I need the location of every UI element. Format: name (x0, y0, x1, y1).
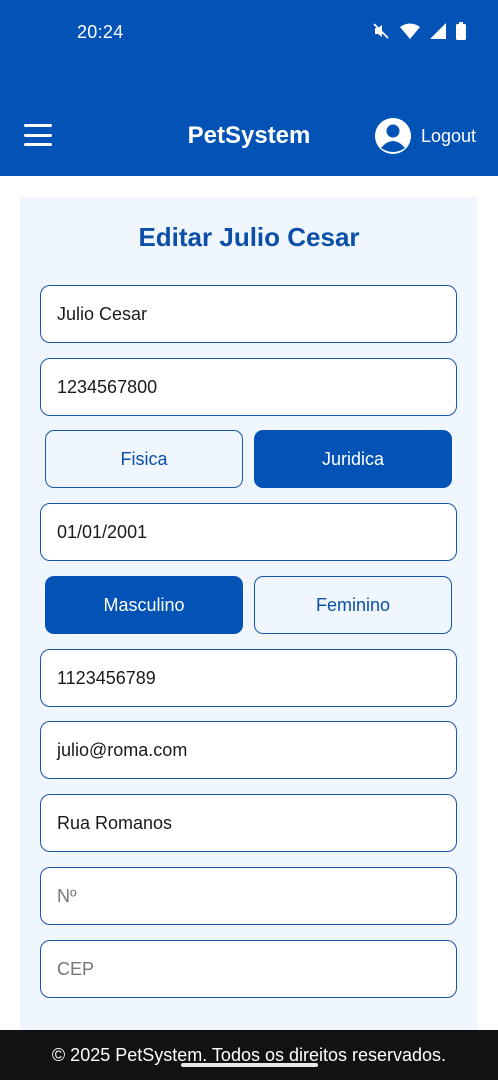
form-title: Editar Julio Cesar (138, 222, 360, 252)
email-field[interactable]: julio@roma.com (40, 721, 457, 779)
gender-feminino-button[interactable]: Feminino (254, 576, 452, 634)
footer: © 2025 PetSystem. Todos os direitos rese… (0, 1030, 498, 1080)
person-type-fisica-button[interactable]: Fisica (45, 430, 243, 488)
battery-icon (456, 22, 466, 40)
name-field[interactable]: Julio Cesar (40, 285, 457, 343)
street-field[interactable]: Rua Romanos (40, 794, 457, 852)
status-icons (372, 22, 466, 40)
document-field[interactable]: 1234567800 (40, 358, 457, 416)
edit-form-card: Editar Julio Cesar Julio Cesar 123456780… (20, 197, 478, 1030)
birth-date-field[interactable]: 01/01/2001 (40, 503, 457, 561)
status-time: 20:24 (77, 22, 124, 42)
user-avatar-icon[interactable] (375, 118, 411, 154)
wifi-icon (400, 23, 420, 39)
app-bar: PetSystem Logout (0, 66, 498, 176)
signal-icon (430, 23, 446, 39)
mute-icon (373, 23, 389, 39)
person-type-juridica-button[interactable]: Juridica (254, 430, 452, 488)
cep-field[interactable]: CEP (40, 940, 457, 998)
status-bar: 20:24 (0, 0, 498, 66)
gender-masculino-button[interactable]: Masculino (45, 576, 243, 634)
number-field[interactable]: Nº (40, 867, 457, 925)
phone-field[interactable]: 1123456789 (40, 649, 457, 707)
home-indicator[interactable] (181, 1063, 318, 1067)
logout-button[interactable]: Logout (421, 126, 476, 147)
menu-icon[interactable] (24, 124, 52, 146)
